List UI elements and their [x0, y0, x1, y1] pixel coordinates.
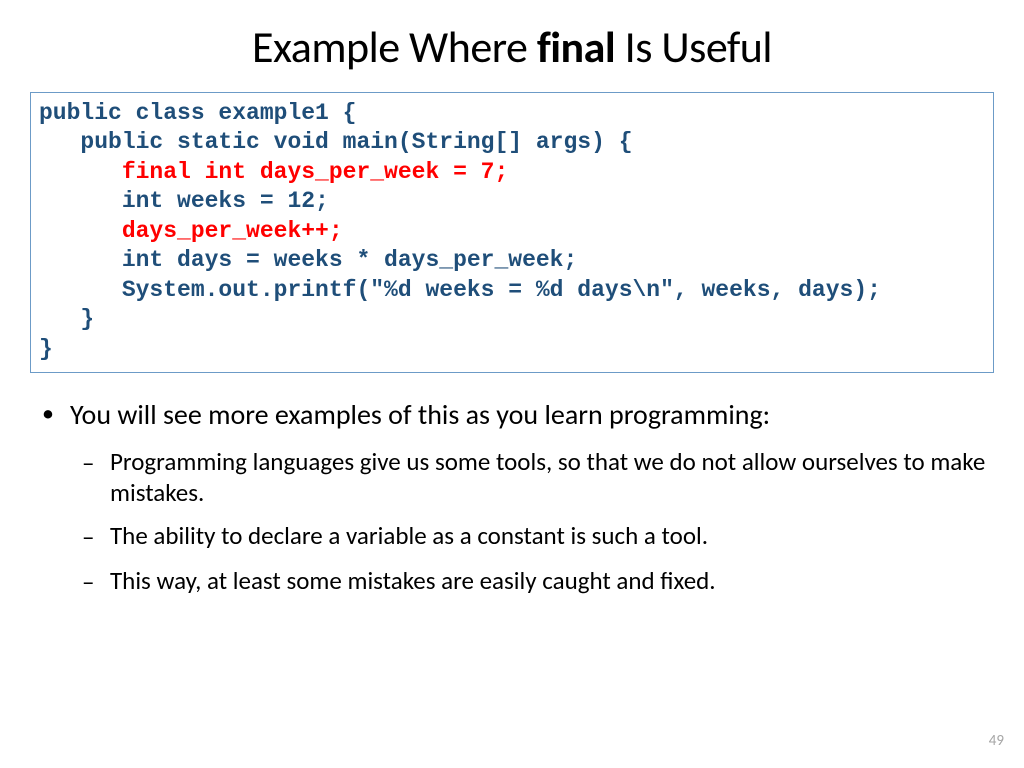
code-line-6: int days = weeks * days_per_week;	[39, 247, 577, 273]
bullet-level2: – The ability to declare a variable as a…	[82, 520, 994, 552]
code-line-4: int weeks = 12;	[39, 188, 329, 214]
bullet-level2: – This way, at least some mistakes are e…	[82, 565, 994, 597]
title-pre: Example Where	[252, 20, 537, 74]
bullet-main-text: You will see more examples of this as yo…	[70, 397, 770, 432]
bullet-dot-icon: •	[42, 397, 70, 432]
title-bold: final	[537, 20, 615, 74]
bullet-list: • You will see more examples of this as …	[30, 397, 994, 597]
code-line-3: final int days_per_week = 7;	[39, 159, 508, 185]
bullet-sub2-text: The ability to declare a variable as a c…	[110, 520, 708, 552]
slide-title: Example Where final Is Useful	[30, 20, 994, 74]
code-block: public class example1 { public static vo…	[30, 92, 994, 373]
slide-content: Example Where final Is Useful public cla…	[0, 0, 1024, 639]
bullet-sub3-text: This way, at least some mistakes are eas…	[110, 565, 716, 597]
title-post: Is Useful	[615, 20, 772, 74]
bullet-level2: – Programming languages give us some too…	[82, 446, 994, 509]
code-line-1: public class example1 {	[39, 100, 356, 126]
code-line-8: }	[39, 306, 94, 332]
bullet-sub1-text: Programming languages give us some tools…	[110, 446, 994, 509]
code-line-7: System.out.printf("%d weeks = %d days\n"…	[39, 277, 881, 303]
code-line-5: days_per_week++;	[39, 218, 343, 244]
bullet-dash-icon: –	[82, 446, 110, 509]
bullet-dash-icon: –	[82, 520, 110, 552]
bullet-level1: • You will see more examples of this as …	[42, 397, 994, 432]
bullet-dash-icon: –	[82, 565, 110, 597]
code-line-2: public static void main(String[] args) {	[39, 129, 633, 155]
page-number: 49	[989, 732, 1004, 750]
code-line-9: }	[39, 336, 53, 362]
